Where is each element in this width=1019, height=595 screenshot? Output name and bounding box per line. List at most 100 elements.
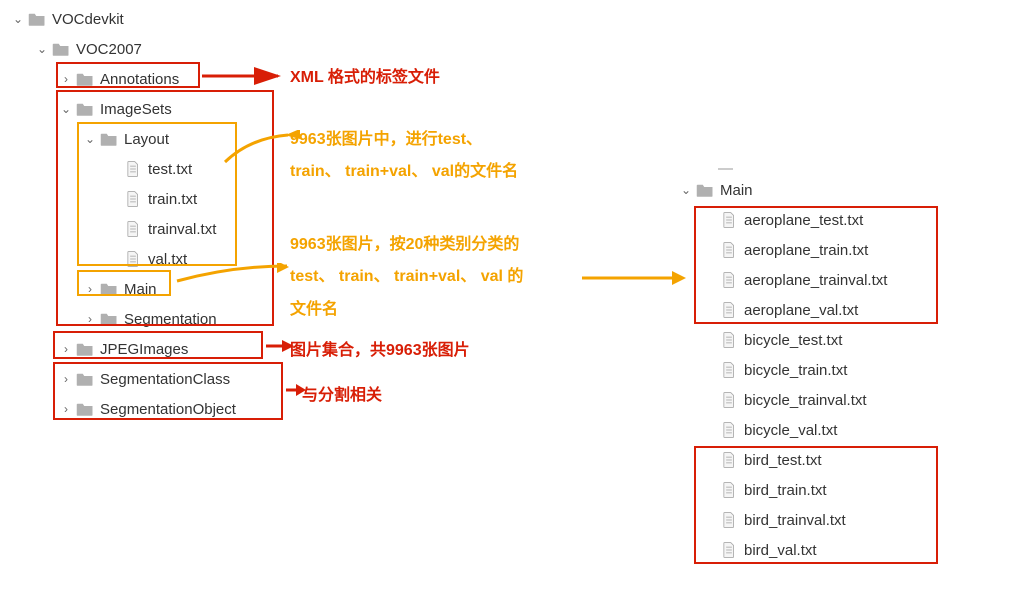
folder-label: SegmentationClass (100, 371, 230, 388)
folder-label: JPEGImages (100, 341, 188, 358)
tree-file[interactable]: › trainval.txt (10, 214, 236, 244)
annotation-jpeg: 图片集合，共9963张图片 (290, 336, 470, 360)
tree-file[interactable]: ›bicycle_val.txt (678, 415, 887, 445)
folder-label: Layout (124, 131, 169, 148)
annotation-xml: XML 格式的标签文件 (290, 63, 440, 87)
caret-right-icon: › (58, 402, 74, 416)
file-icon (720, 302, 738, 318)
tree-node-jpegimages[interactable]: › JPEGImages (10, 334, 236, 364)
tree-file[interactable]: › test.txt (10, 154, 236, 184)
folder-label: Main (124, 281, 157, 298)
caret-right-icon: › (58, 342, 74, 356)
caret-down-icon: ⌄ (10, 12, 26, 26)
file-icon (124, 161, 142, 177)
tree-file[interactable]: ›bird_train.txt (678, 475, 887, 505)
file-label: bicycle_train.txt (744, 362, 847, 379)
file-label: bicycle_test.txt (744, 332, 842, 349)
annotation-seg: 与分割相关 (302, 381, 382, 405)
folder-icon (76, 371, 94, 387)
annotation-main-l2: test、 train、 train+val、 val 的 (290, 262, 523, 286)
tree-node-imagesets[interactable]: ⌄ ImageSets (10, 94, 236, 124)
folder-icon (100, 131, 118, 147)
arrow-icon (220, 130, 300, 170)
file-icon (720, 272, 738, 288)
tree-node-segmentation[interactable]: › Segmentation (10, 304, 236, 334)
file-icon (720, 242, 738, 258)
file-icon (720, 362, 738, 378)
tree-node-voc2007[interactable]: ⌄ VOC2007 (10, 34, 236, 64)
file-label: bird_train.txt (744, 482, 827, 499)
tree-file[interactable]: ›bird_trainval.txt (678, 505, 887, 535)
file-icon (720, 512, 738, 528)
tree-file[interactable]: ›bird_val.txt (678, 535, 887, 565)
file-icon (720, 542, 738, 558)
folder-icon (696, 182, 714, 198)
file-icon (720, 482, 738, 498)
caret-right-icon: › (82, 312, 98, 326)
file-icon (720, 452, 738, 468)
file-label: test.txt (148, 161, 192, 178)
tree-file[interactable]: ›aeroplane_trainval.txt (678, 265, 887, 295)
caret-down-icon: ⌄ (678, 183, 694, 197)
tree-file[interactable]: ›aeroplane_train.txt (678, 235, 887, 265)
file-label: aeroplane_train.txt (744, 242, 868, 259)
arrow-icon (200, 65, 288, 87)
caret-right-icon: › (82, 282, 98, 296)
arrow-icon (264, 336, 294, 356)
caret-down-icon: ⌄ (82, 132, 98, 146)
file-label: bicycle_val.txt (744, 422, 837, 439)
folder-icon (52, 41, 70, 57)
folder-icon (28, 11, 46, 27)
right-tree: ⌄ Main ›aeroplane_test.txt›aeroplane_tra… (678, 175, 887, 565)
annotation-main-l1: 9963张图片，按20种类别分类的 (290, 230, 519, 254)
file-icon (124, 191, 142, 207)
file-label: bird_val.txt (744, 542, 817, 559)
folder-icon (76, 341, 94, 357)
file-label: aeroplane_trainval.txt (744, 272, 887, 289)
file-label: bird_test.txt (744, 452, 822, 469)
folder-label: VOC2007 (76, 41, 142, 58)
tree-file[interactable]: ›bicycle_trainval.txt (678, 385, 887, 415)
caret-right-icon: › (58, 72, 74, 86)
folder-icon (100, 281, 118, 297)
tree-node-main-right[interactable]: ⌄ Main (678, 175, 887, 205)
tree-file[interactable]: ›bicycle_test.txt (678, 325, 887, 355)
tree-file[interactable]: › train.txt (10, 184, 236, 214)
file-label: bird_trainval.txt (744, 512, 846, 529)
file-label: train.txt (148, 191, 197, 208)
annotation-layout-l2: train、 train+val、 val的文件名 (290, 157, 518, 181)
arrow-icon (580, 268, 686, 288)
tree-node-segclass[interactable]: › SegmentationClass (10, 364, 236, 394)
caret-down-icon: ⌄ (34, 42, 50, 56)
folder-label: VOCdevkit (52, 11, 124, 28)
folder-label: Main (720, 182, 753, 199)
folder-label: Segmentation (124, 311, 217, 328)
folder-icon (100, 311, 118, 327)
file-label: aeroplane_val.txt (744, 302, 858, 319)
file-icon (124, 251, 142, 267)
tree-file[interactable]: ›aeroplane_val.txt (678, 295, 887, 325)
tree-file[interactable]: ›aeroplane_test.txt (678, 205, 887, 235)
folder-label: Annotations (100, 71, 179, 88)
file-icon (720, 392, 738, 408)
file-icon (124, 221, 142, 237)
file-label: bicycle_trainval.txt (744, 392, 867, 409)
tree-file[interactable]: ›bicycle_train.txt (678, 355, 887, 385)
file-icon (720, 332, 738, 348)
file-icon (720, 212, 738, 228)
folder-icon (76, 71, 94, 87)
folder-icon (76, 101, 94, 117)
caret-right-icon: › (58, 372, 74, 386)
tree-node-segobj[interactable]: › SegmentationObject (10, 394, 236, 424)
folder-label: ImageSets (100, 101, 172, 118)
file-label: aeroplane_test.txt (744, 212, 863, 229)
arrow-icon (172, 263, 292, 287)
tree-node-layout[interactable]: ⌄ Layout (10, 124, 236, 154)
annotation-main-l3: 文件名 (290, 295, 338, 319)
caret-down-icon: ⌄ (58, 102, 74, 116)
arrow-icon (284, 380, 306, 400)
annotation-layout-l1: 9963张图片中，进行test、 (290, 125, 482, 149)
tree-node-vocdevkit[interactable]: ⌄ VOCdevkit (10, 4, 236, 34)
tree-file[interactable]: ›bird_test.txt (678, 445, 887, 475)
file-label: trainval.txt (148, 221, 216, 238)
